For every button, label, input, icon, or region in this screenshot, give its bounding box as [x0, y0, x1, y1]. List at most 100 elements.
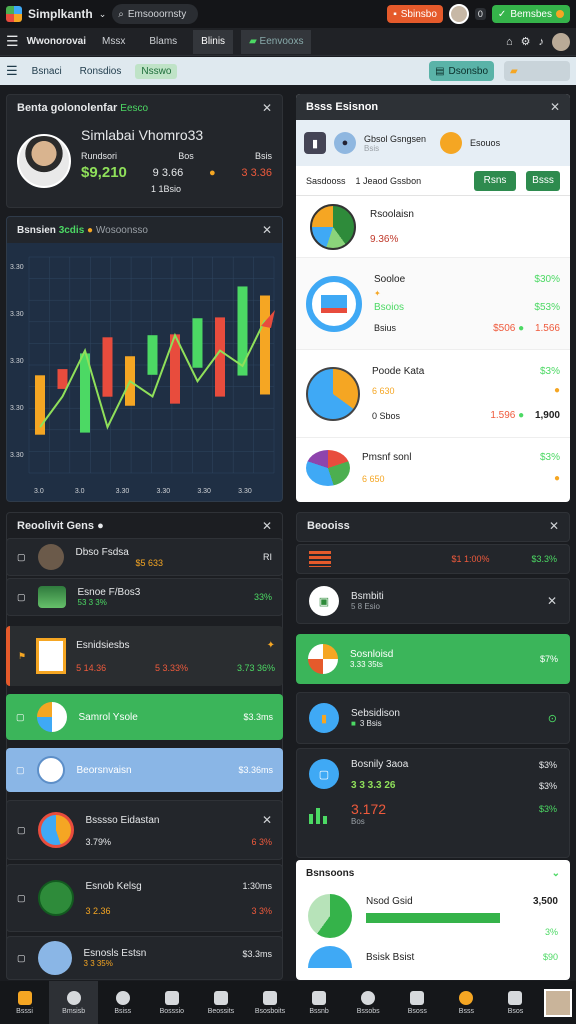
subnav-tab-2[interactable]: Nsswo: [135, 63, 178, 79]
sparkle-icon: ✦: [374, 288, 381, 298]
activity-row[interactable]: ▢ Dbso Fsdsa $5 633 RI: [6, 538, 283, 576]
order-row[interactable]: ▮ Sebsidison ■ 3 Bsis ⊙: [296, 692, 570, 744]
row-title: Esnoe F/Bos3: [77, 587, 141, 598]
bottom-nav-item[interactable]: Bsiss: [98, 981, 147, 1024]
bottom-nav-item[interactable]: Bosssio: [147, 981, 196, 1024]
avatar[interactable]: [448, 4, 469, 24]
filter-value[interactable]: 1 Jeaod Gssbon: [356, 176, 422, 186]
toggle-icon[interactable]: ⊙: [548, 712, 557, 725]
document-icon: [36, 638, 67, 674]
green-chip-button[interactable]: ✓ Bemsbes: [491, 5, 570, 23]
user-avatar-icon[interactable]: [552, 32, 570, 51]
row-title: Rsoolaisn: [370, 208, 414, 220]
row-value: 3.79%: [85, 837, 112, 847]
analysis-row[interactable]: Poode Kata $3% 6 630 ● 0 Sbos 1.596 ● 1,900: [296, 350, 570, 438]
row-amount2: 1.566: [534, 322, 560, 334]
activity-row-highlight[interactable]: ⚑ Esnidsiesbs ✦ 5 14.36 5 3.33% 3.73 36%: [6, 626, 283, 686]
leaf-icon: ▰: [249, 36, 257, 47]
row-sub: 3 3 35%: [83, 959, 113, 968]
subnav-tab-0[interactable]: Bsnaci: [28, 66, 66, 77]
activity-row-green[interactable]: ▢ Samrol Ysole $3.3ms: [6, 694, 283, 740]
chart-bar: [260, 295, 270, 395]
tab-3[interactable]: ▰ Eenvooxs: [241, 29, 312, 54]
bottom-nav-item[interactable]: Bsss: [442, 981, 491, 1024]
action-button-b[interactable]: Bsss: [526, 170, 560, 191]
x-tick-label: 3.30: [157, 488, 171, 495]
close-icon[interactable]: ✕: [262, 813, 272, 827]
bottom-nav-item[interactable]: Bsssi: [0, 981, 49, 1024]
row-title: Bosnily 3aoa: [351, 759, 409, 770]
row-amount: 3,500: [532, 895, 558, 907]
user-icon[interactable]: ●: [334, 132, 356, 154]
subnav-tab-1[interactable]: Ronsdios: [76, 66, 126, 77]
bottom-nav-item[interactable]: Beossits: [196, 981, 245, 1024]
bottom-nav: Bsssi Bmsisb Bsiss Bosssio Beossits Bsos…: [0, 981, 576, 1024]
summary-header: Bsnsoons ⌄: [296, 860, 570, 886]
analysis-row[interactable]: Pmsnf sonl $3% 6 650 ●: [296, 438, 570, 498]
bell-icon[interactable]: ♪: [539, 36, 545, 48]
close-icon[interactable]: ✕: [262, 223, 272, 237]
receipt-icon: ▢: [309, 759, 339, 789]
people-icon: [410, 990, 425, 1005]
tab-1[interactable]: Blams: [141, 30, 185, 54]
tab-label: Blinis: [201, 36, 226, 47]
pie-chart-icon: [310, 203, 356, 250]
menu-icon[interactable]: ☰: [6, 63, 18, 79]
alert-icon: ▪: [393, 8, 397, 20]
bottom-nav-item[interactable]: Bsos: [491, 981, 540, 1024]
star-icon: ✦: [266, 639, 275, 651]
close-icon[interactable]: ✕: [549, 519, 559, 533]
tab-label: Mssx: [102, 36, 126, 47]
bottom-nav-item[interactable]: Bssobs: [344, 981, 393, 1024]
bottom-nav-item[interactable]: Bsosboits: [245, 981, 294, 1024]
activity-row-blue[interactable]: ▢ Beorsnvaisn $3.36ms: [6, 748, 283, 792]
bottom-nav-item[interactable]: Bmsisb: [49, 981, 99, 1024]
row-title: Esnidsiesbs: [76, 639, 130, 651]
chart-bar: [237, 286, 248, 376]
row-value: $3%: [539, 452, 560, 463]
action-button-a[interactable]: Rsns: [474, 170, 516, 191]
activity-row[interactable]: ▢ Esnob Kelsg 1:30ms 3 2.36 3 3%: [6, 864, 283, 932]
order-row[interactable]: ▣ Bsmbiti 5 8 Esio ✕: [296, 578, 570, 624]
analysis-row[interactable]: Rsoolaisn 9.36%: [296, 196, 570, 258]
search-input[interactable]: ⌕ Emsooornsty: [112, 4, 199, 24]
bottom-nav-item[interactable]: Bsoss: [393, 981, 442, 1024]
dot-icon: ●: [518, 322, 525, 334]
primary-button[interactable]: ▤ Dsonsbo: [429, 61, 494, 81]
coin-icon: ●: [208, 166, 216, 179]
chat-icon: [66, 990, 81, 1005]
tab-0[interactable]: Mssx: [94, 30, 133, 54]
profile-sub: 1 1Bsio: [151, 184, 182, 194]
close-icon[interactable]: ✕: [550, 100, 560, 114]
coin-icon[interactable]: [440, 132, 463, 154]
close-icon[interactable]: ✕: [262, 101, 272, 115]
home-icon[interactable]: ⌂: [506, 36, 513, 48]
settings-icon[interactable]: ⚙: [521, 35, 531, 48]
chevron-down-icon[interactable]: ⌄: [99, 9, 107, 20]
list-icon: [263, 990, 278, 1005]
activity-row[interactable]: ▢ Bsssso Eidastan ✕ 3.79% 6 3%: [6, 800, 283, 860]
chart-title: Bsnsien: [17, 224, 56, 236]
tab-2[interactable]: Blinis: [193, 29, 234, 54]
activity-row[interactable]: ▢ Esnoe F/Bos3 53 3 3% 33%: [6, 578, 283, 616]
row-value: 33%: [253, 592, 272, 602]
close-icon[interactable]: ✕: [547, 594, 557, 608]
nav-label: Bsss: [458, 1007, 474, 1015]
chevron-down-icon[interactable]: ⌄: [552, 868, 560, 879]
menu-icon[interactable]: ☰: [6, 33, 19, 50]
nav-label: Bosssio: [159, 1007, 185, 1015]
profile-avatar[interactable]: [540, 981, 576, 1024]
red-chip-button[interactable]: ▪ Sbinsbo: [387, 5, 443, 23]
activity-row[interactable]: ▢ Esnosls Estsn $3.3ms 3 3 35%: [6, 936, 283, 980]
order-row[interactable]: $1 1:00% $3.3%: [296, 544, 570, 574]
analysis-row[interactable]: Sooloe $30% ✦ Bsoios $53% Bsius $506 ● 1.56…: [296, 258, 570, 350]
device-icon[interactable]: ▮: [304, 132, 326, 154]
order-row-green[interactable]: Sosnloisd 3.33 35ts $7%: [296, 634, 570, 684]
order-row[interactable]: ▢ Bosnily 3aoa $3% 3 3 3.3 26 $3% 3.172 $3%…: [296, 748, 570, 858]
close-icon[interactable]: ✕: [262, 519, 272, 533]
row-sub: Bsoios: [374, 301, 405, 313]
secondary-button[interactable]: ▰: [504, 61, 570, 81]
calendar-icon: [37, 941, 72, 975]
bottom-nav-item[interactable]: Bssnb: [295, 981, 344, 1024]
donut-icon: [37, 812, 74, 848]
